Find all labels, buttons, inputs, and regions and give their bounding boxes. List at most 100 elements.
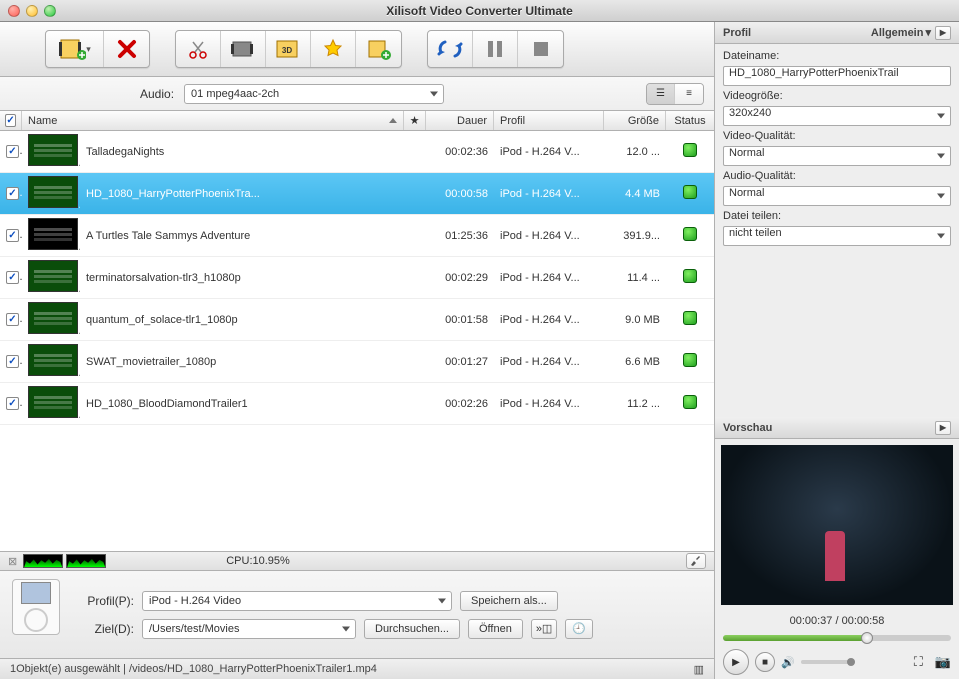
row-size: 6.6 MB (604, 356, 666, 368)
3d-button[interactable]: 3D (266, 31, 311, 67)
row-status (666, 311, 714, 328)
status-ready-icon (683, 353, 697, 367)
table-header: ✓ Name ★ Dauer Profil Größe Status (0, 111, 714, 131)
favorites-button[interactable] (311, 31, 356, 67)
play-button[interactable]: ▶ (723, 649, 749, 675)
stop-preview-button[interactable]: ■ (755, 652, 775, 672)
sort-arrow-icon (389, 118, 397, 123)
column-favorite[interactable]: ★ (404, 111, 426, 130)
row-size: 11.2 ... (604, 398, 666, 410)
status-ready-icon (683, 143, 697, 157)
window-title: Xilisoft Video Converter Ultimate (0, 4, 959, 18)
filename-input[interactable]: HD_1080_HarryPotterPhoenixTrail (723, 66, 951, 86)
column-size[interactable]: Größe (604, 111, 666, 130)
row-checkbox[interactable]: ✓ (0, 313, 22, 326)
effects-button[interactable] (221, 31, 266, 67)
row-name: TalladegaNights (80, 146, 426, 158)
row-status (666, 227, 714, 244)
fullscreen-icon[interactable]: ⛶ (914, 654, 923, 670)
row-profile: iPod - H.264 V... (494, 230, 604, 242)
table-row[interactable]: ✓A Turtles Tale Sammys Adventure01:25:36… (0, 215, 714, 257)
dest-select[interactable]: /Users/test/Movies (142, 619, 356, 639)
browse-button[interactable]: Durchsuchen... (364, 619, 460, 639)
profile-select[interactable]: iPod - H.264 Video (142, 591, 452, 611)
row-profile: iPod - H.264 V... (494, 356, 604, 368)
stop-button[interactable] (518, 31, 563, 67)
columns-icon[interactable]: ▥ (694, 663, 704, 676)
table-row[interactable]: ✓HD_1080_BloodDiamondTrailer100:02:26iPo… (0, 383, 714, 425)
pause-button[interactable] (473, 31, 518, 67)
row-checkbox[interactable]: ✓ (0, 271, 22, 284)
add-profile-button[interactable] (356, 31, 401, 67)
column-status[interactable]: Status (666, 111, 714, 130)
table-row[interactable]: ✓HD_1080_HarryPotterPhoenixTra...00:00:5… (0, 173, 714, 215)
aquality-select[interactable]: Normal (723, 186, 951, 206)
cut-button[interactable] (176, 31, 221, 67)
row-thumbnail (22, 134, 80, 169)
close-cpu-icon[interactable]: ⊠ (8, 555, 17, 568)
column-profile[interactable]: Profil (494, 111, 604, 130)
view-compact-button[interactable]: ≡ (675, 84, 703, 104)
row-thumbnail (22, 302, 80, 337)
status-text: 1Objekt(e) ausgewählt | /videos/HD_1080_… (10, 663, 377, 675)
save-as-button[interactable]: Speichern als... (460, 591, 558, 611)
zoom-window-button[interactable] (44, 5, 56, 17)
videosize-select[interactable]: 320x240 (723, 106, 951, 126)
status-bar: 1Objekt(e) ausgewählt | /videos/HD_1080_… (0, 659, 714, 679)
split-label: Datei teilen: (723, 210, 951, 222)
expand-profile-button[interactable]: ▶ (935, 26, 951, 40)
column-name[interactable]: Name (22, 111, 404, 130)
row-checkbox[interactable]: ✓ (0, 187, 22, 200)
audio-label: Audio: (140, 87, 174, 101)
status-ready-icon (683, 311, 697, 325)
row-checkbox[interactable]: ✓ (0, 145, 22, 158)
row-checkbox[interactable]: ✓ (0, 355, 22, 368)
profile-panel-body: Dateiname: HD_1080_HarryPotterPhoenixTra… (715, 44, 959, 252)
audio-select[interactable]: 01 mpeg4aac-2ch (184, 84, 444, 104)
preview-video[interactable] (721, 445, 953, 605)
row-profile: iPod - H.264 V... (494, 146, 604, 158)
general-dropdown[interactable]: Allgemein▾ (871, 26, 931, 39)
split-select[interactable]: nicht teilen (723, 226, 951, 246)
row-thumbnail (22, 386, 80, 421)
history-button[interactable]: 🕘 (565, 619, 593, 639)
row-name: A Turtles Tale Sammys Adventure (80, 230, 426, 242)
vquality-select[interactable]: Normal (723, 146, 951, 166)
status-ready-icon (683, 395, 697, 409)
row-checkbox[interactable]: ✓ (0, 229, 22, 242)
table-row[interactable]: ✓quantum_of_solace-tlr1_1080p00:01:58iPo… (0, 299, 714, 341)
row-thumbnail (22, 176, 80, 211)
convert-button[interactable] (428, 31, 473, 67)
expand-preview-button[interactable]: ▶ (935, 421, 951, 435)
cpu-label: CPU:10.95% (226, 555, 290, 567)
add-file-button[interactable]: ▾ (46, 31, 104, 67)
snapshot-icon[interactable]: 📷 (935, 654, 951, 670)
row-size: 4.4 MB (604, 188, 666, 200)
volume-slider[interactable] (801, 660, 855, 664)
minimize-window-button[interactable] (26, 5, 38, 17)
row-size: 9.0 MB (604, 314, 666, 326)
status-ready-icon (683, 269, 697, 283)
row-size: 12.0 ... (604, 146, 666, 158)
export-button[interactable]: »◫ (531, 619, 558, 639)
aquality-label: Audio-Qualität: (723, 170, 951, 182)
view-list-button[interactable]: ☰ (647, 84, 675, 104)
close-window-button[interactable] (8, 5, 20, 17)
volume-icon[interactable]: 🔊 (781, 656, 795, 669)
svg-text:3D: 3D (282, 46, 292, 55)
table-row[interactable]: ✓terminatorsalvation-tlr3_h1080p00:02:29… (0, 257, 714, 299)
seek-slider[interactable] (723, 635, 951, 641)
delete-button[interactable] (104, 31, 149, 67)
column-duration[interactable]: Dauer (426, 111, 494, 130)
toolbar: ▾ 3D (0, 22, 714, 77)
vquality-label: Video-Qualität: (723, 130, 951, 142)
table-row[interactable]: ✓TalladegaNights00:02:36iPod - H.264 V..… (0, 131, 714, 173)
row-duration: 00:00:58 (426, 188, 494, 200)
row-checkbox[interactable]: ✓ (0, 397, 22, 410)
column-check[interactable]: ✓ (0, 111, 22, 130)
open-button[interactable]: Öffnen (468, 619, 523, 639)
row-profile: iPod - H.264 V... (494, 272, 604, 284)
settings-button[interactable] (686, 553, 706, 569)
device-icon[interactable] (12, 579, 60, 635)
table-row[interactable]: ✓SWAT_movietrailer_1080p00:01:27iPod - H… (0, 341, 714, 383)
